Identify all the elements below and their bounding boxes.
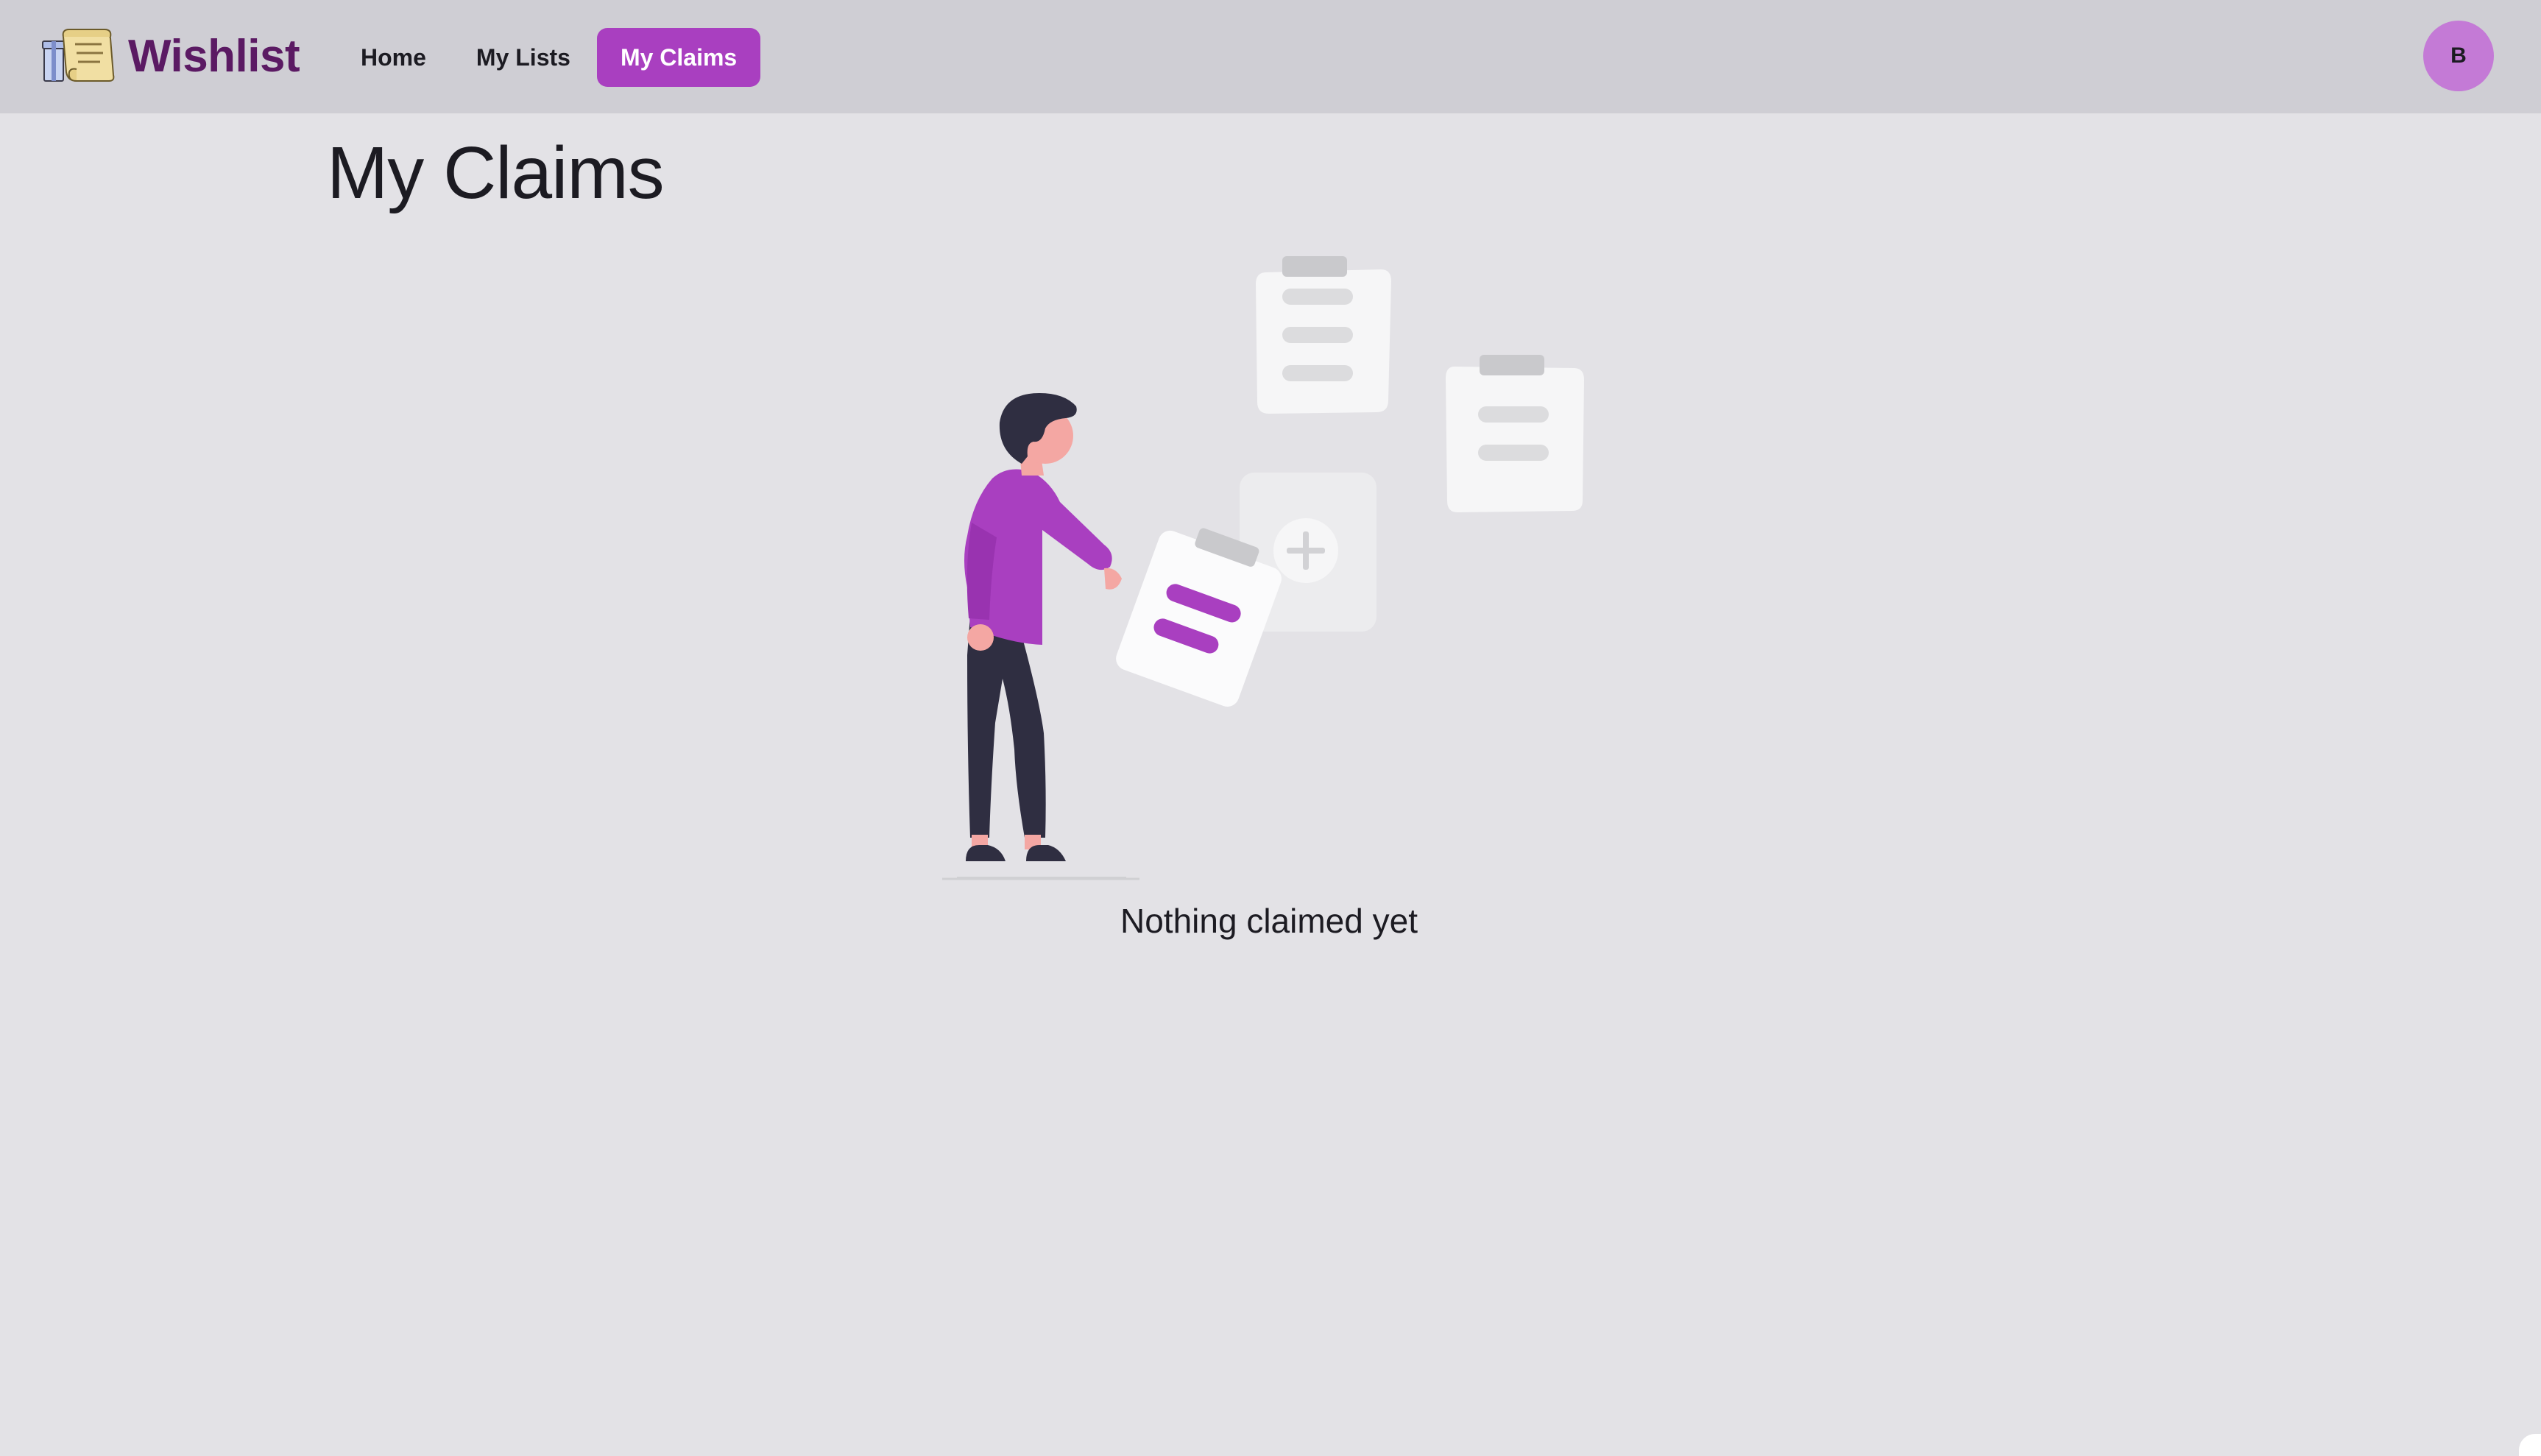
user-avatar-button[interactable]: B	[2423, 21, 2494, 91]
page-title: My Claims	[327, 132, 665, 214]
clipboard-right-icon	[1446, 355, 1584, 512]
main-nav: Home My Lists My Claims	[337, 28, 761, 87]
nav-item-my-lists[interactable]: My Lists	[453, 28, 594, 87]
nav-item-my-claims[interactable]: My Claims	[596, 28, 761, 87]
brand-name: Wishlist	[128, 30, 300, 82]
top-navigation-bar: Wishlist Home My Lists My Claims B	[0, 0, 2541, 113]
person-with-clipboards-illustration	[942, 256, 1584, 880]
scroll-gift-logo-icon	[42, 29, 115, 82]
resize-handle[interactable]	[2519, 1434, 2541, 1456]
empty-state-message: Nothing claimed yet	[1120, 902, 1418, 940]
brand-home-link[interactable]: Wishlist	[41, 26, 300, 85]
clipboard-top-icon	[1256, 256, 1391, 414]
person-figure	[942, 393, 1139, 880]
nav-item-home[interactable]: Home	[337, 28, 450, 87]
